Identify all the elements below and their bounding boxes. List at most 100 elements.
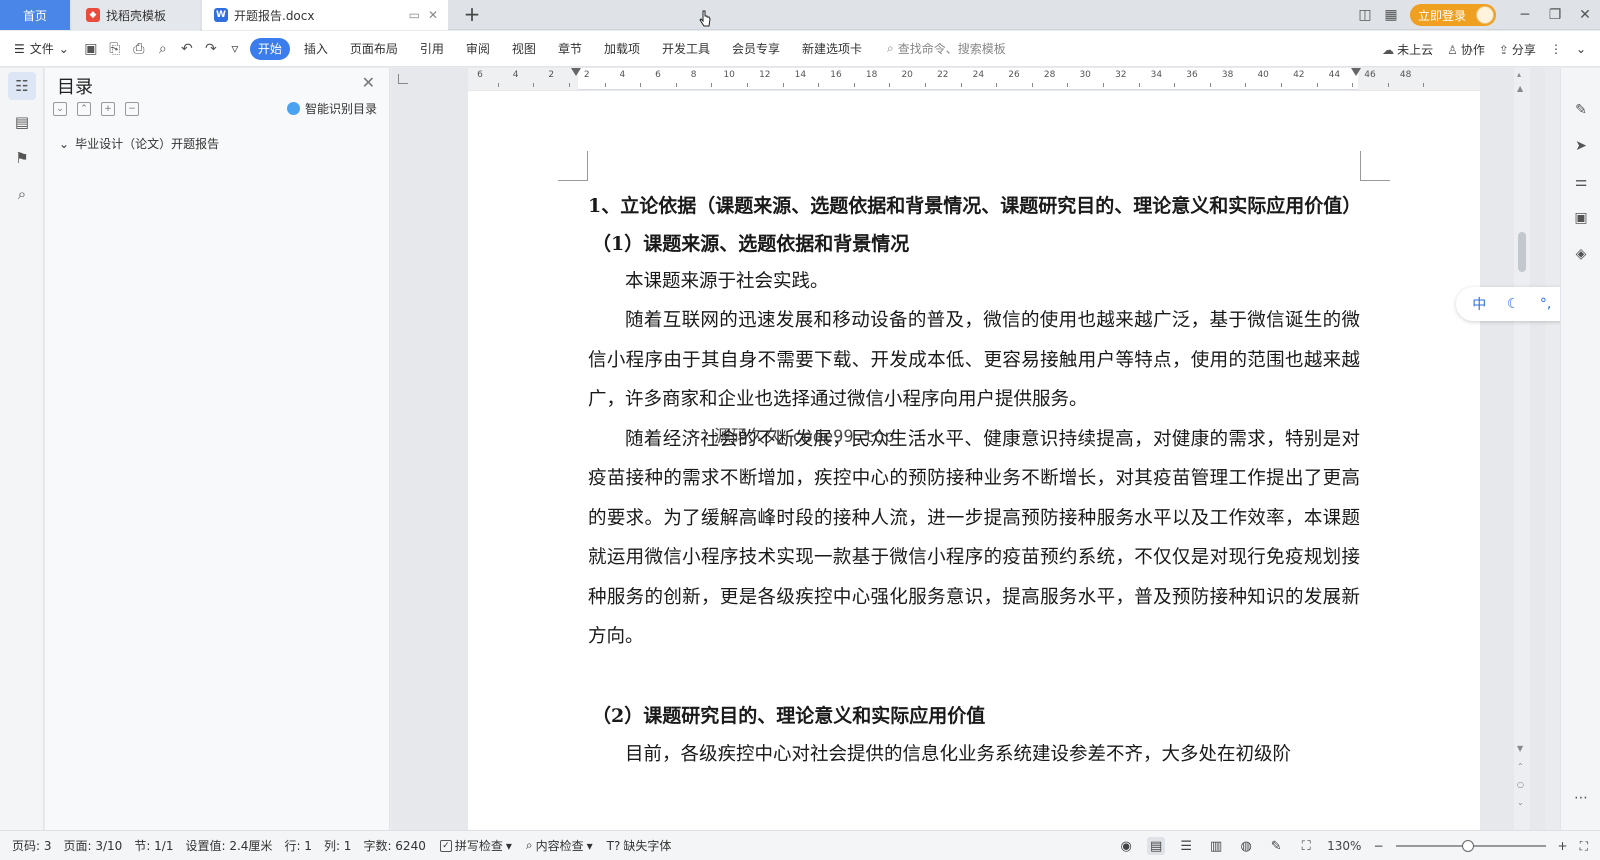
pen-icon[interactable]: ✎ [1569, 98, 1593, 122]
save-icon[interactable]: ▣ [79, 37, 103, 61]
tab-document[interactable]: W 开题报告.docx ▭ ✕ [202, 0, 448, 30]
export-pdf-icon[interactable]: ⎘ [103, 37, 127, 61]
tab-home[interactable]: 首页 [0, 0, 70, 30]
navigation-icon[interactable]: ▤ [8, 108, 36, 136]
smart-toc-button[interactable]: 智能识别目录 [286, 100, 377, 117]
select-browse-icon[interactable]: ○ [1517, 780, 1524, 789]
zoom-slider[interactable] [1395, 840, 1546, 852]
scroll-down-icon[interactable]: ▼ [1517, 744, 1523, 753]
remove-heading-icon[interactable]: − [125, 102, 139, 116]
tab-templates[interactable]: ◆ 找稻壳模板 [72, 0, 200, 30]
ruler-label: 16 [830, 70, 842, 80]
more-icon[interactable]: ⋯ [1569, 786, 1593, 810]
eye-protection-icon[interactable]: ◉ [1117, 837, 1135, 855]
status-page[interactable]: 页面: 3/10 [64, 837, 123, 854]
new-tab-button[interactable]: + [460, 3, 484, 27]
ruler-label: 32 [1115, 70, 1127, 80]
missing-font-button[interactable]: T? 缺失字体 [607, 837, 672, 854]
tab-addins[interactable]: 加载项 [596, 38, 648, 60]
spell-check-toggle[interactable]: ✓ 拼写检查 ▾ [439, 837, 512, 854]
close-icon[interactable]: ✕ [362, 73, 375, 92]
tab-new-tab[interactable]: 新建选项卡 [794, 38, 870, 60]
zoom-out-icon[interactable]: − [1373, 839, 1383, 853]
layout-switch-icon[interactable]: ◫ [1352, 0, 1378, 30]
ime-lang[interactable]: 中 [1472, 294, 1486, 314]
fit-page-icon[interactable]: ⛶ [1297, 837, 1315, 855]
command-search[interactable]: ⌕ 查找命令、搜索模板 [887, 40, 1006, 57]
tab-review[interactable]: 审阅 [458, 38, 498, 60]
toc-panel-icon[interactable]: ☷ [8, 72, 36, 100]
scroll-up-icon[interactable]: ▴ [1517, 70, 1521, 79]
content-check-button[interactable]: ⌕ 内容检查 ▾ [526, 837, 593, 854]
collab-button[interactable]: ♙ 协作 [1447, 41, 1485, 58]
login-button[interactable]: 立即登录 [1409, 4, 1496, 26]
restore-icon[interactable]: ❐ [1540, 0, 1570, 30]
scroll-thumb[interactable] [1518, 232, 1526, 272]
customize-toolbar-icon[interactable]: ▿ [223, 37, 247, 61]
status-row[interactable]: 行: 1 [284, 837, 312, 854]
avatar [1476, 6, 1494, 24]
select-cursor-icon[interactable]: ➤ [1569, 134, 1593, 158]
status-setting[interactable]: 设置值: 2.4厘米 [185, 837, 272, 854]
share-button[interactable]: ⇪ 分享 [1499, 41, 1536, 58]
web-view-icon[interactable]: ◍ [1237, 837, 1255, 855]
ruler-tick [604, 83, 606, 87]
apps-grid-icon[interactable]: ▦ [1378, 0, 1404, 30]
scroll-up-icon[interactable]: ▲ [1517, 84, 1523, 93]
undo-icon[interactable]: ↶ [175, 37, 199, 61]
reading-view-icon[interactable]: ▥ [1207, 837, 1225, 855]
horizontal-ruler[interactable]: 6 4 2 2 4 6 8 10 12 14 16 18 20 22 24 26 28 30 32 34 36 38 40 4… [468, 68, 1480, 90]
status-page-code[interactable]: 页码: 3 [12, 837, 52, 854]
tab-chapter[interactable]: 章节 [550, 38, 590, 60]
write-mode-icon[interactable]: ✎ [1267, 837, 1285, 855]
fullscreen-icon[interactable]: ⛶ [1580, 839, 1588, 854]
close-window-icon[interactable]: ✕ [1570, 0, 1600, 30]
toc-item[interactable]: ⌄ 毕业设计（论文）开题报告 [59, 135, 219, 152]
redo-icon[interactable]: ↷ [199, 37, 223, 61]
tab-member[interactable]: 会员专享 [724, 38, 788, 60]
zoom-slider-knob[interactable] [1461, 840, 1474, 852]
file-menu[interactable]: ☰ 文件 ⌄ [0, 40, 79, 57]
zoom-level[interactable]: 130% [1327, 839, 1361, 853]
indent-marker-right[interactable] [1351, 68, 1361, 76]
find-icon[interactable]: ⌕ [8, 180, 36, 208]
ruler-tick [853, 83, 855, 87]
collapse-ribbon-icon[interactable]: ⌄ [1576, 42, 1586, 56]
status-col[interactable]: 列: 1 [324, 837, 352, 854]
outline-view-icon[interactable]: ☰ [1177, 837, 1195, 855]
document-page[interactable]: 1、立论依据（课题来源、选题依据和背景情况、课题研究目的、理论意义和实际应用价值… [468, 91, 1480, 830]
vertical-scrollbar[interactable]: ▴ ▲ ▼ ⌃ ○ ⌄ [1514, 68, 1530, 830]
zoom-in-icon[interactable]: + [1558, 839, 1568, 853]
tab-insert[interactable]: 插入 [296, 38, 336, 60]
location-icon[interactable]: ◈ [1569, 242, 1593, 266]
pin-tab-icon[interactable]: ▭ [409, 8, 420, 22]
status-section[interactable]: 节: 1/1 [134, 837, 173, 854]
punctuation-icon[interactable]: °, [1540, 296, 1551, 312]
print-preview-icon[interactable]: ⌕ [151, 37, 175, 61]
print-icon[interactable]: ⎙ [127, 37, 151, 61]
prev-page-icon[interactable]: ⌃ [1517, 762, 1524, 771]
page-view-icon[interactable]: ▤ [1147, 837, 1166, 855]
next-page-icon[interactable]: ⌄ [1517, 798, 1524, 807]
minimize-icon[interactable]: ─ [1510, 0, 1540, 30]
tab-page-layout[interactable]: 页面布局 [342, 38, 406, 60]
collapse-all-icon[interactable]: ⌃ [77, 102, 91, 116]
more-icon[interactable]: ⋮ [1550, 42, 1562, 56]
cloud-status[interactable]: ☁ 未上云 [1382, 41, 1433, 58]
tab-developer[interactable]: 开发工具 [654, 38, 718, 60]
page-content[interactable]: 1、立论依据（课题来源、选题依据和背景情况、课题研究目的、理论意义和实际应用价值… [588, 187, 1361, 774]
tab-stop-selector[interactable] [398, 74, 408, 84]
image-tool-icon[interactable]: ▣ [1569, 206, 1593, 230]
tab-view[interactable]: 视图 [504, 38, 544, 60]
indent-marker-left[interactable] [571, 68, 581, 76]
moon-icon[interactable]: ☾ [1507, 296, 1520, 312]
bookmark-icon[interactable]: ⚑ [8, 144, 36, 172]
tab-references[interactable]: 引用 [412, 38, 452, 60]
add-heading-icon[interactable]: + [101, 102, 115, 116]
paragraph: 本课题来源于社会实践。 [625, 271, 829, 292]
close-tab-icon[interactable]: ✕ [428, 8, 438, 22]
tab-start[interactable]: 开始 [249, 37, 290, 60]
settings-sliders-icon[interactable]: ⚌ [1569, 170, 1593, 194]
status-words[interactable]: 字数: 6240 [363, 837, 425, 854]
expand-all-icon[interactable]: ⌄ [53, 102, 67, 116]
